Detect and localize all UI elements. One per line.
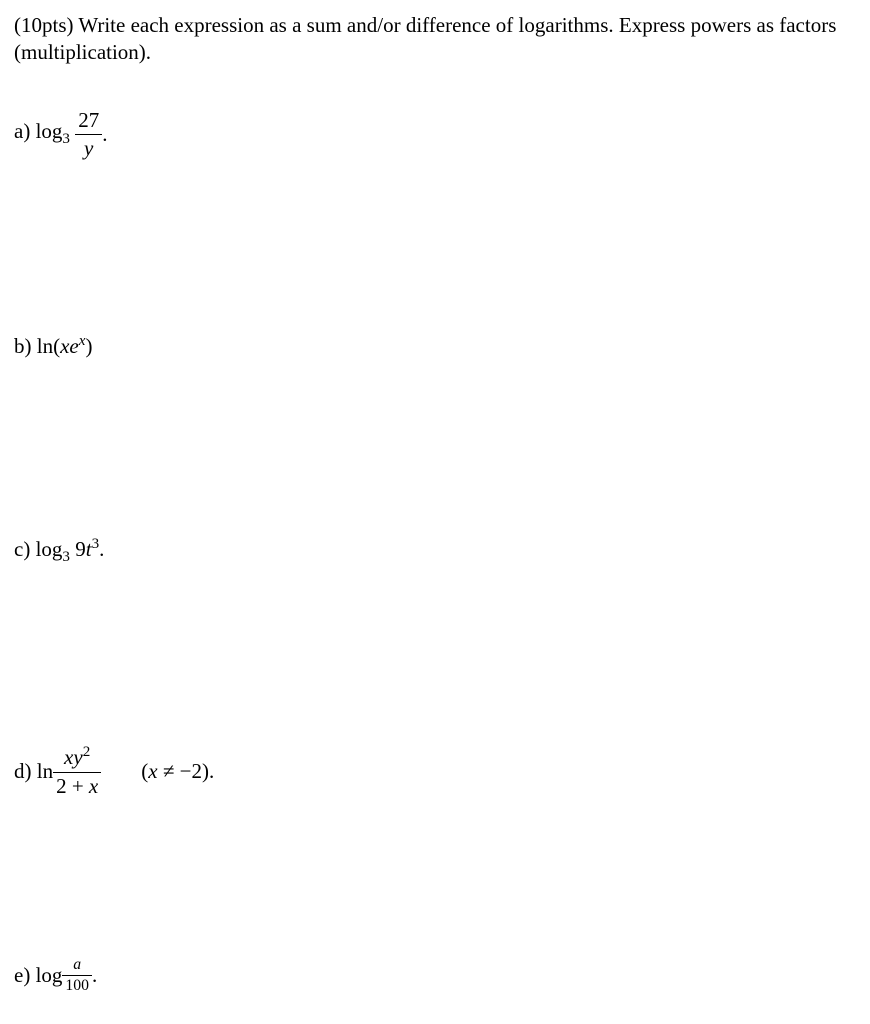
problem-e-fraction: a 100 xyxy=(62,955,92,997)
instructions-text: (10pts) Write each expression as a sum a… xyxy=(14,12,856,67)
instructions-body: Write each expression as a sum and/or di… xyxy=(14,13,836,64)
problem-e: e) log a 100 . xyxy=(14,955,856,997)
problem-c-num: 9 xyxy=(70,537,86,561)
problem-d-denominator: 2 + x xyxy=(53,773,101,800)
points-label: (10pts) xyxy=(14,13,74,37)
problem-b-close: ) xyxy=(85,334,92,358)
problem-a-denominator: y xyxy=(75,135,102,162)
problem-a-sub: 3 xyxy=(62,132,70,148)
problem-d: d) ln xy2 2 + x (x ≠ −2). xyxy=(14,743,856,800)
problem-e-label: e) log xyxy=(14,962,62,989)
problem-d-condition: (x ≠ −2). xyxy=(141,758,214,785)
problem-a-numerator: 27 xyxy=(75,107,102,135)
problem-e-period: . xyxy=(92,962,97,989)
problem-b: b) ln(xex) xyxy=(14,332,856,360)
problem-e-numerator: a xyxy=(62,955,92,976)
problem-b-label: b) ln( xyxy=(14,334,60,358)
problem-c-exp: 3 xyxy=(92,536,100,552)
problem-b-var2: e xyxy=(69,334,78,358)
problem-c-period: . xyxy=(99,537,104,561)
problem-d-label: d) ln xyxy=(14,758,53,785)
problem-d-numerator: xy2 xyxy=(53,743,101,772)
problem-c-sub: 3 xyxy=(62,550,70,566)
problem-a-period: . xyxy=(102,121,107,148)
problem-c: c) log3 9t3. xyxy=(14,535,856,568)
problem-a: a) log3 27 y . xyxy=(14,107,856,163)
problem-c-label: c) log xyxy=(14,537,62,561)
problem-a-fraction: 27 y xyxy=(75,107,102,163)
problem-d-fraction: xy2 2 + x xyxy=(53,743,101,800)
problem-b-var1: x xyxy=(60,334,69,358)
problem-a-label: a) log xyxy=(14,119,62,143)
problem-e-denominator: 100 xyxy=(62,976,92,996)
